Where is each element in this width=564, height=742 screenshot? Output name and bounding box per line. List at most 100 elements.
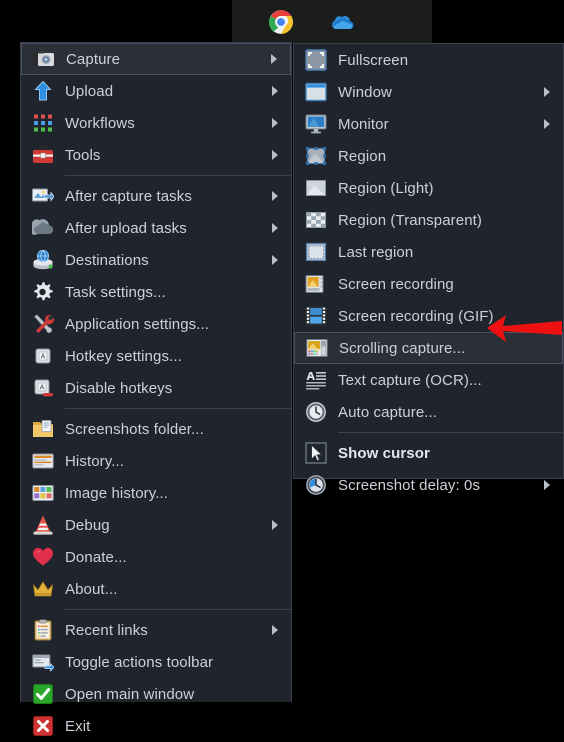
chrome-icon[interactable] bbox=[268, 9, 294, 35]
screen-recording-gif-icon bbox=[294, 300, 338, 332]
capture-item-fullscreen[interactable]: Fullscreen bbox=[294, 44, 563, 76]
menu-item-label: Upload bbox=[65, 82, 114, 100]
folder-icon bbox=[21, 413, 65, 445]
capture-item-text-capture-ocr[interactable]: Text capture (OCR)... bbox=[294, 364, 563, 396]
menu-item-label: Hotkey settings... bbox=[65, 347, 182, 365]
capture-item-screen-recording-gif[interactable]: Screen recording (GIF) bbox=[294, 300, 563, 332]
menu-item-recent-links[interactable]: Recent links bbox=[21, 614, 291, 646]
screen-recording-icon bbox=[294, 268, 338, 300]
submenu-arrow-icon bbox=[272, 118, 278, 128]
menu-item-label: Task settings... bbox=[65, 283, 166, 301]
menu-item-history[interactable]: History... bbox=[21, 445, 291, 477]
menu-item-capture[interactable]: Capture bbox=[21, 43, 291, 75]
submenu-arrow-icon bbox=[272, 150, 278, 160]
menu-item-label: History... bbox=[65, 452, 125, 470]
menu-item-exit[interactable]: Exit bbox=[21, 710, 291, 742]
menu-item-label: Donate... bbox=[65, 548, 127, 566]
last-region-icon bbox=[294, 236, 338, 268]
menu-item-tools[interactable]: Tools bbox=[21, 139, 291, 171]
green-check-icon bbox=[21, 678, 65, 710]
menu-item-label: Screenshot delay: 0s bbox=[338, 476, 481, 494]
menu-item-label: Monitor bbox=[338, 115, 389, 133]
menu-item-label: About... bbox=[65, 580, 118, 598]
wrench-screwdriver-icon bbox=[21, 308, 65, 340]
menu-item-label: Recent links bbox=[65, 621, 148, 639]
fullscreen-icon bbox=[294, 44, 338, 76]
taskbar-tray-area bbox=[232, 0, 432, 43]
history-icon bbox=[21, 445, 65, 477]
menu-separator bbox=[65, 609, 291, 610]
submenu-arrow-icon bbox=[272, 191, 278, 201]
capture-item-window[interactable]: Window bbox=[294, 76, 563, 108]
gear-icon bbox=[21, 276, 65, 308]
menu-item-label: Auto capture... bbox=[338, 403, 438, 421]
menu-item-task-settings[interactable]: Task settings... bbox=[21, 276, 291, 308]
menu-item-application-settings[interactable]: Application settings... bbox=[21, 308, 291, 340]
after-capture-icon bbox=[21, 180, 65, 212]
region-transparent-icon bbox=[294, 204, 338, 236]
monitor-icon bbox=[294, 108, 338, 140]
capture-item-screenshot-delay-0s[interactable]: Screenshot delay: 0s bbox=[294, 469, 563, 501]
menu-item-screenshots-folder[interactable]: Screenshots folder... bbox=[21, 413, 291, 445]
capture-item-monitor[interactable]: Monitor bbox=[294, 108, 563, 140]
menu-item-hotkey-settings[interactable]: A Hotkey settings... bbox=[21, 340, 291, 372]
heart-icon bbox=[21, 541, 65, 573]
keyboard-key-icon: A bbox=[21, 340, 65, 372]
text-capture-ocr-icon bbox=[294, 364, 338, 396]
menu-item-workflows[interactable]: Workflows bbox=[21, 107, 291, 139]
menu-item-debug[interactable]: Debug bbox=[21, 509, 291, 541]
capture-item-screen-recording[interactable]: Screen recording bbox=[294, 268, 563, 300]
region-icon bbox=[294, 140, 338, 172]
capture-item-region[interactable]: Region bbox=[294, 140, 563, 172]
capture-item-last-region[interactable]: Last region bbox=[294, 236, 563, 268]
menu-item-label: Image history... bbox=[65, 484, 169, 502]
menu-item-label: Workflows bbox=[65, 114, 135, 132]
toolbox-icon bbox=[21, 139, 65, 171]
region-light-icon bbox=[294, 172, 338, 204]
menu-item-open-main-window[interactable]: Open main window bbox=[21, 678, 291, 710]
menu-item-destinations[interactable]: Destinations bbox=[21, 244, 291, 276]
capture-item-scrolling-capture[interactable]: Scrolling capture... bbox=[294, 332, 563, 364]
menu-item-label: Toggle actions toolbar bbox=[65, 653, 214, 671]
menu-item-label: Text capture (OCR)... bbox=[338, 371, 482, 389]
menu-item-toggle-actions-toolbar[interactable]: Toggle actions toolbar bbox=[21, 646, 291, 678]
traffic-cone-icon bbox=[21, 509, 65, 541]
clipboard-links-icon bbox=[21, 614, 65, 646]
camera-icon bbox=[22, 44, 66, 74]
menu-item-donate[interactable]: Donate... bbox=[21, 541, 291, 573]
menu-item-label: Window bbox=[338, 83, 392, 101]
svg-text:A: A bbox=[40, 385, 45, 392]
submenu-arrow-icon bbox=[272, 625, 278, 635]
capture-item-region-transparent[interactable]: Region (Transparent) bbox=[294, 204, 563, 236]
capture-item-auto-capture[interactable]: Auto capture... bbox=[294, 396, 563, 428]
keyboard-key-disabled-icon: A bbox=[21, 372, 65, 404]
after-upload-icon bbox=[21, 212, 65, 244]
sharex-tray-menu[interactable]: Capture Upload Workflows Tools After capture… bbox=[20, 42, 292, 736]
menu-item-disable-hotkeys[interactable]: A Disable hotkeys bbox=[21, 372, 291, 404]
capture-submenu[interactable]: Fullscreen Window Monitor Region Region (Lig… bbox=[293, 43, 564, 495]
menu-item-label: Show cursor bbox=[338, 444, 430, 462]
menu-item-after-upload-tasks[interactable]: After upload tasks bbox=[21, 212, 291, 244]
submenu-arrow-icon bbox=[272, 223, 278, 233]
desktop-background: Capture Upload Workflows Tools After capture… bbox=[0, 0, 564, 736]
menu-item-label: Tools bbox=[65, 146, 101, 164]
capture-item-show-cursor[interactable]: Show cursor bbox=[294, 437, 563, 469]
capture-item-region-light[interactable]: Region (Light) bbox=[294, 172, 563, 204]
submenu-arrow-icon bbox=[544, 119, 550, 129]
menu-item-about[interactable]: About... bbox=[21, 573, 291, 605]
menu-item-label: Destinations bbox=[65, 251, 149, 269]
image-history-icon bbox=[21, 477, 65, 509]
crown-icon bbox=[21, 573, 65, 605]
menu-item-label: Region (Light) bbox=[338, 179, 434, 197]
menu-item-image-history[interactable]: Image history... bbox=[21, 477, 291, 509]
submenu-arrow-icon bbox=[272, 520, 278, 530]
onedrive-icon[interactable] bbox=[328, 9, 354, 35]
menu-item-label: Scrolling capture... bbox=[339, 339, 466, 357]
menu-item-label: After capture tasks bbox=[65, 187, 192, 205]
menu-item-upload[interactable]: Upload bbox=[21, 75, 291, 107]
menu-item-label: Screen recording (GIF) bbox=[338, 307, 494, 325]
menu-separator bbox=[65, 408, 291, 409]
menu-item-label: Open main window bbox=[65, 685, 195, 703]
menu-item-after-capture-tasks[interactable]: After capture tasks bbox=[21, 180, 291, 212]
menu-separator bbox=[338, 432, 563, 433]
